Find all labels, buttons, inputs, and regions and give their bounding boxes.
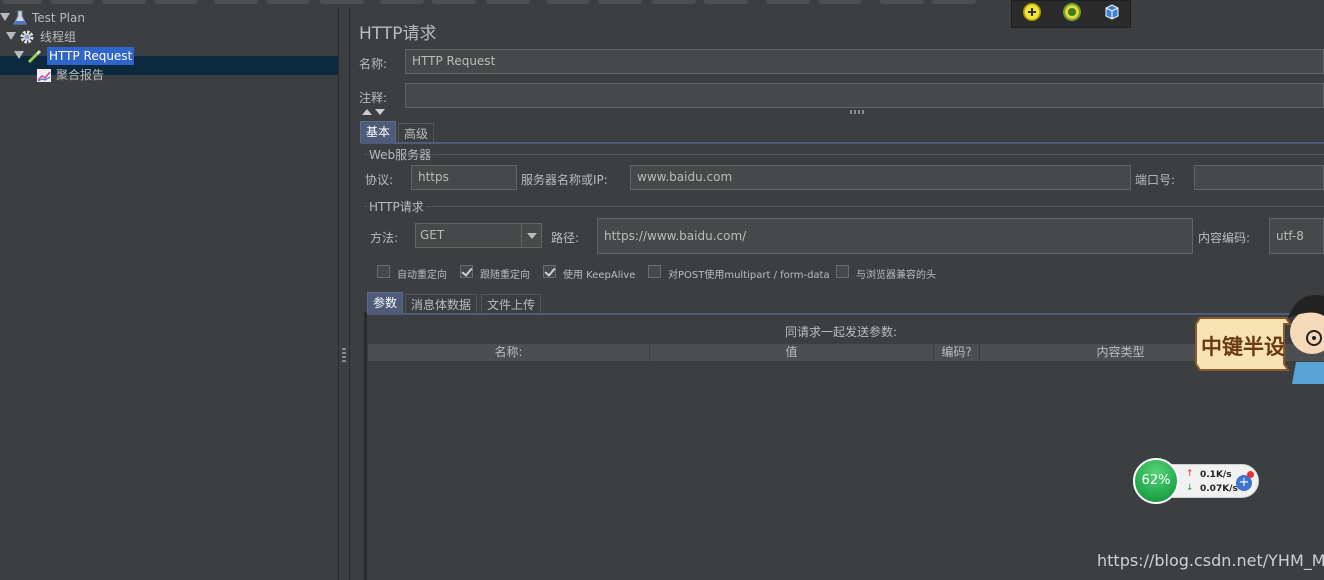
- table-border: [364, 312, 367, 580]
- toolbar-button[interactable]: [766, 0, 810, 4]
- tree-item-http-request[interactable]: HTTP Request: [0, 47, 338, 65]
- server-field[interactable]: www.baidu.com: [630, 165, 1131, 190]
- toolbar-button[interactable]: [50, 0, 94, 4]
- toolbar-button[interactable]: [432, 0, 476, 4]
- keepalive-checkbox[interactable]: [543, 265, 556, 278]
- port-field[interactable]: [1194, 165, 1324, 190]
- flask-icon: [12, 10, 28, 26]
- encoding-label: 内容编码:: [1198, 231, 1251, 245]
- toolbar-button[interactable]: [818, 0, 862, 4]
- tab-advanced[interactable]: 高级: [398, 123, 435, 144]
- follow-redirect-checkbox[interactable]: [460, 265, 473, 278]
- column-header-encode[interactable]: 编码?: [934, 344, 980, 361]
- resize-grip-icon[interactable]: [850, 110, 866, 114]
- toolbar-button[interactable]: [704, 0, 748, 4]
- download-speed: 0.07K/s: [1200, 484, 1238, 494]
- tree-item-label: Test Plan: [32, 11, 85, 25]
- notification-dot: [1247, 471, 1254, 478]
- tree-item-thread-group[interactable]: 线程组: [0, 28, 338, 46]
- column-header-name[interactable]: 名称:: [368, 344, 650, 361]
- column-header-value[interactable]: 值: [650, 344, 934, 361]
- test-plan-tree: Test Plan 线程组 HTTP Request 聚合报告: [0, 8, 338, 580]
- expand-arrow-icon[interactable]: [14, 51, 24, 59]
- protocol-field[interactable]: https: [411, 165, 517, 190]
- tree-item-aggregate-report[interactable]: 聚合报告: [0, 66, 338, 84]
- memory-usage-circle[interactable]: 62%: [1133, 458, 1179, 504]
- path-label: 路径:: [551, 231, 580, 245]
- params-table-header: 名称: 值 编码? 内容类型: [368, 344, 1324, 361]
- run-icon[interactable]: [1063, 3, 1081, 21]
- tab-parameters[interactable]: 参数: [367, 292, 404, 313]
- cube-icon[interactable]: [1103, 3, 1121, 21]
- upload-speed: 0.1K/s: [1200, 470, 1232, 480]
- toolbar-button[interactable]: [214, 0, 258, 4]
- toolbar-button[interactable]: [598, 0, 642, 4]
- expand-arrow-icon[interactable]: [6, 32, 16, 40]
- multipart-checkbox[interactable]: [648, 265, 661, 278]
- tab-body-data[interactable]: 消息体数据: [405, 294, 478, 315]
- keepalive-label: 使用 KeepAlive: [563, 270, 636, 281]
- method-label: 方法:: [370, 231, 399, 245]
- chevron-down-icon[interactable]: [521, 224, 541, 247]
- group-border: [364, 154, 1324, 155]
- add-icon[interactable]: [1023, 3, 1041, 21]
- expand-arrow-icon[interactable]: [0, 13, 10, 21]
- group-border: [364, 206, 1324, 207]
- comment-field[interactable]: [405, 83, 1324, 108]
- toolbar-button[interactable]: [320, 0, 364, 4]
- toolbar-button[interactable]: [486, 0, 530, 4]
- web-server-group-title: Web服务器: [367, 146, 434, 163]
- watermark: https://blog.csdn.net/YHM_MM: [1097, 551, 1324, 570]
- network-speed-widget[interactable]: ↑ 0.1K/s ↓ 0.07K/s 62% +: [1133, 458, 1259, 504]
- mascot-sticker: 中键半设: [1195, 294, 1324, 384]
- comment-label: 注释:: [359, 91, 388, 105]
- toolbar-button[interactable]: [102, 0, 146, 4]
- upload-arrow-icon: ↑: [1186, 469, 1194, 479]
- collapse-toggle-icon[interactable]: [361, 108, 387, 116]
- toolbar-button[interactable]: [546, 0, 590, 4]
- method-select[interactable]: GET: [415, 223, 542, 248]
- toolbar-button[interactable]: [880, 0, 924, 4]
- tab-underline: [367, 313, 1324, 315]
- toolbar-button[interactable]: [2, 0, 42, 4]
- tree-item-label: 线程组: [40, 30, 77, 44]
- splitter-grip-icon[interactable]: [342, 348, 346, 364]
- path-field[interactable]: https://www.baidu.com/: [597, 218, 1193, 254]
- browser-headers-label: 与浏览器兼容的头: [856, 270, 936, 281]
- gear-icon: [19, 29, 35, 45]
- auto-redirect-label: 自动重定向: [397, 270, 447, 281]
- server-label: 服务器名称或IP:: [521, 173, 608, 187]
- name-label: 名称:: [359, 57, 388, 71]
- chart-icon: [36, 67, 52, 83]
- tree-item-label: 聚合报告: [56, 68, 105, 82]
- page-title: HTTP请求: [359, 24, 437, 44]
- pipette-icon: [27, 48, 43, 64]
- toolbar-button[interactable]: [266, 0, 310, 4]
- browser-headers-checkbox[interactable]: [836, 265, 849, 278]
- toolbar-button[interactable]: [932, 0, 976, 4]
- http-request-group-title: HTTP请求: [367, 198, 426, 215]
- protocol-label: 协议:: [365, 173, 394, 187]
- multipart-label: 对POST使用multipart / form-data: [668, 270, 830, 281]
- method-value: GET: [420, 228, 445, 242]
- params-caption: 同请求一起发送参数:: [785, 325, 898, 339]
- tree-item-label: HTTP Request: [47, 47, 135, 65]
- toolbar-button[interactable]: [652, 0, 696, 4]
- panel-splitter[interactable]: [338, 8, 350, 580]
- mascot-label: 中键半设: [1201, 335, 1285, 359]
- floating-toolbar: [1011, 0, 1131, 28]
- port-label: 端口号:: [1135, 173, 1176, 187]
- tab-basic[interactable]: 基本: [360, 121, 397, 142]
- download-arrow-icon: ↓: [1186, 483, 1194, 493]
- tab-file-upload[interactable]: 文件上传: [481, 294, 542, 315]
- toolbar-button[interactable]: [154, 0, 198, 4]
- follow-redirect-label: 跟随重定向: [480, 270, 530, 281]
- name-field[interactable]: HTTP Request: [405, 49, 1324, 74]
- toolbar-button[interactable]: [380, 0, 424, 4]
- tab-underline: [360, 142, 1324, 144]
- auto-redirect-checkbox[interactable]: [377, 265, 390, 278]
- encoding-field[interactable]: utf-8: [1269, 218, 1324, 254]
- tree-item-test-plan[interactable]: Test Plan: [0, 9, 338, 27]
